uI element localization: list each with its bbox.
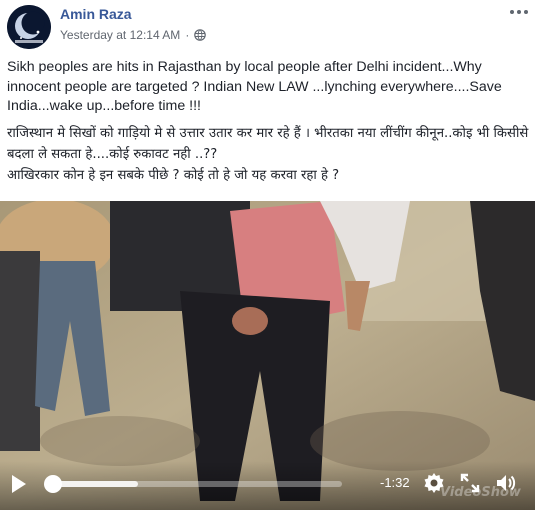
video-player[interactable]: -1:32 VideoShow [0,201,535,510]
post-header: Amin Raza Yesterday at 12:14 AM · [0,0,535,52]
avatar-crescent-icon [7,5,51,49]
progress-scrubber[interactable] [44,475,62,493]
progress-fill [50,481,138,487]
meta-separator: · [185,28,190,42]
avatar[interactable] [7,5,51,49]
globe-icon[interactable] [194,29,207,41]
play-icon [12,475,26,493]
author-name[interactable]: Amin Raza [60,6,132,22]
post-text: Sikh peoples are hits in Rajasthan by lo… [7,58,529,192]
more-dots-icon [510,10,528,14]
post-text-english: Sikh peoples are hits in Rajasthan by lo… [7,59,502,114]
play-button[interactable] [9,472,29,496]
post-timestamp[interactable]: Yesterday at 12:14 AM [60,28,180,42]
progress-bar[interactable] [44,475,342,493]
post-text-hindi-1: राजिस्थान मे सिखों को गाड़ियो मे से उत्त… [7,125,529,162]
time-remaining: -1:32 [380,475,410,490]
more-options-button[interactable] [508,6,530,20]
video-watermark: VideoShow [440,485,521,500]
post-meta: Yesterday at 12:14 AM · [60,28,207,42]
post-text-hindi-2: आखिरकार कोन हे इन सबके पीछे ? कोई तो हे … [7,167,340,183]
